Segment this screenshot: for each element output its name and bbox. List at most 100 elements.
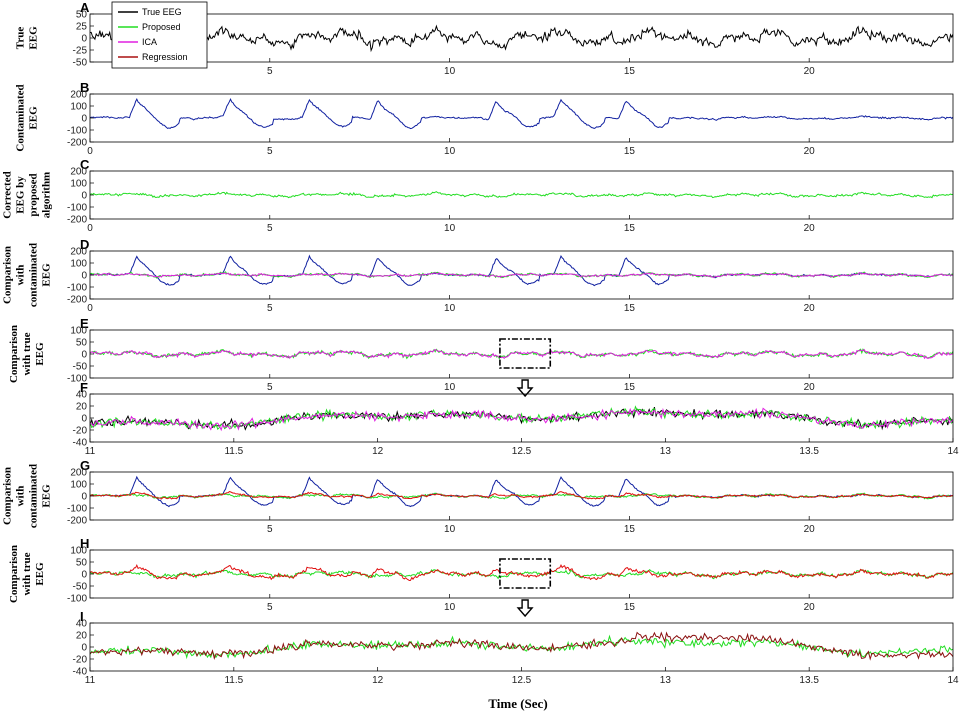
y-tick-label: -100 [67,283,87,294]
y-tick-label: -100 [67,203,87,214]
y-tick-label: 40 [76,619,88,630]
y-tick-label: 0 [81,350,87,361]
series-true-a [90,24,953,53]
panel-g: G2001000-100-2005 10 15 20Comparisonwithcon… [2,458,954,535]
x-tick-label: 11.5 [224,675,243,686]
x-tick-label: 5 [267,146,273,157]
y-tick-label: 20 [76,631,88,642]
x-tick-label: 10 [444,382,456,393]
y-tick-label: 20 [76,402,88,413]
x-tick-label: 12 [372,446,384,457]
series-regression_dark-i [90,631,953,661]
y-tick-label: -20 [73,426,88,437]
y-tick-label: 200 [70,468,87,479]
x-tick-label: 20 [804,602,816,613]
y-tick-label: 0 [81,643,87,654]
x-tick-label: 20 [804,66,816,77]
x-tick-label: 15 [624,524,636,535]
y-tick-label: -100 [67,594,87,605]
x-tick-label: 11 [85,675,96,686]
y-tick-label: 0 [81,34,87,45]
x-tick-label: 11.5 [224,446,243,457]
x-tick-label: 15 [624,66,636,77]
x-tick-label: 0 [87,146,93,157]
y-tick-label: 25 [76,22,88,33]
x-tick-label: 13.5 [799,446,819,457]
y-tick-label: 100 [70,326,87,337]
y-tick-label: 0 [81,492,87,503]
y-axis-label-d: ComparisonwithcontaminatedEEG [2,243,53,307]
y-axis-label-b: ContaminatedEEG [15,84,40,151]
x-tick-label: 0 [87,223,93,234]
y-tick-label: -200 [67,516,87,527]
x-tick-label: 15 [624,303,636,314]
x-tick-label: 5 [267,382,273,393]
y-axis-label-h: Comparisonwith trueEEG [8,545,46,603]
legend: True EEG Proposed ICA Regression [111,1,208,69]
legend-entry: ICA [142,37,157,47]
x-tick-label: 12.5 [512,675,532,686]
y-tick-label: 100 [70,102,87,113]
panel-c: C2001000-100-2000 5 10 15 20CorrectedEEG byp… [2,157,954,234]
y-tick-label: -100 [67,126,87,137]
figure-canvas: A50250-25-505 10 15 20TrueEEGB2001000-100-2… [2,0,959,711]
x-tick-label: 10 [444,303,456,314]
zoom-arrow-h [516,599,534,618]
panel-h: H100500-50-1005 10 15 20Comparisonwith true… [8,536,954,618]
panel-d: D2001000-100-2000 5 10 15 20Comparisonwithco… [2,237,954,314]
y-tick-label: 100 [70,546,87,557]
panel-b: B2001000-100-2000 5 10 15 20ContaminatedEEG [15,80,954,157]
y-tick-label: -100 [67,504,87,515]
x-tick-label: 5 [267,66,273,77]
y-tick-label: 50 [76,558,88,569]
legend-entry: Proposed [142,22,181,32]
x-tick-label: 10 [444,524,456,535]
x-tick-label: 5 [267,223,273,234]
y-tick-label: 0 [81,570,87,581]
y-tick-label: 50 [76,338,88,349]
y-tick-label: -25 [73,46,88,57]
panel-f: F40200-20-4011 11.5 12 12.5 13 13.5 14 [73,380,959,457]
y-tick-label: 200 [70,167,87,178]
y-tick-label: 0 [81,114,87,125]
y-tick-label: -200 [67,295,87,306]
x-tick-label: 20 [804,524,816,535]
y-tick-label: -200 [67,138,87,149]
y-tick-label: 100 [70,259,87,270]
x-tick-label: 20 [804,303,816,314]
series-proposed-c [90,191,953,199]
y-axis-label-g: ComparisonwithcontaminatedEEG [2,464,53,528]
y-tick-label: 0 [81,191,87,202]
y-tick-label: 200 [70,90,87,101]
series-contaminated-d [90,254,953,287]
y-axis-label-e: Comparisonwith trueEEG [8,325,46,383]
panel-e: E100500-50-1005 10 15 20Comparisonwith true… [8,316,954,398]
x-tick-label: 5 [267,524,273,535]
y-tick-label: -50 [73,362,88,373]
x-tick-label: 12.5 [512,446,532,457]
y-tick-label: 0 [81,414,87,425]
x-tick-label: 12 [372,675,384,686]
x-tick-label: 14 [947,446,959,457]
series-regression-h [90,563,953,582]
x-tick-label: 10 [444,146,456,157]
y-tick-label: 50 [76,10,88,21]
y-tick-label: 0 [81,271,87,282]
x-tick-label: 13 [660,675,672,686]
x-tick-label: 0 [87,303,93,314]
y-tick-label: -20 [73,655,88,666]
panels-group: A50250-25-505 10 15 20TrueEEGB2001000-100-2… [2,0,959,686]
series-ica-f [90,407,953,432]
legend-entry: True EEG [142,7,182,17]
x-tick-label: 10 [444,223,456,234]
eeg-comparison-figure: A 50 25 0 -25 -50 5 10 15 20 TrueEEG B 200 100 0 -100 -2… [0,0,964,714]
x-tick-label: 15 [624,146,636,157]
y-tick-label: 100 [70,179,87,190]
x-tick-label: 15 [624,223,636,234]
panel-i: I40200-20-4011 11.5 12 12.5 13 13.5 14 [73,609,959,686]
series-contaminated-g [90,475,953,508]
x-tick-label: 20 [804,146,816,157]
x-tick-label: 11 [85,446,96,457]
x-tick-label: 5 [267,303,273,314]
x-tick-label: 20 [804,382,816,393]
